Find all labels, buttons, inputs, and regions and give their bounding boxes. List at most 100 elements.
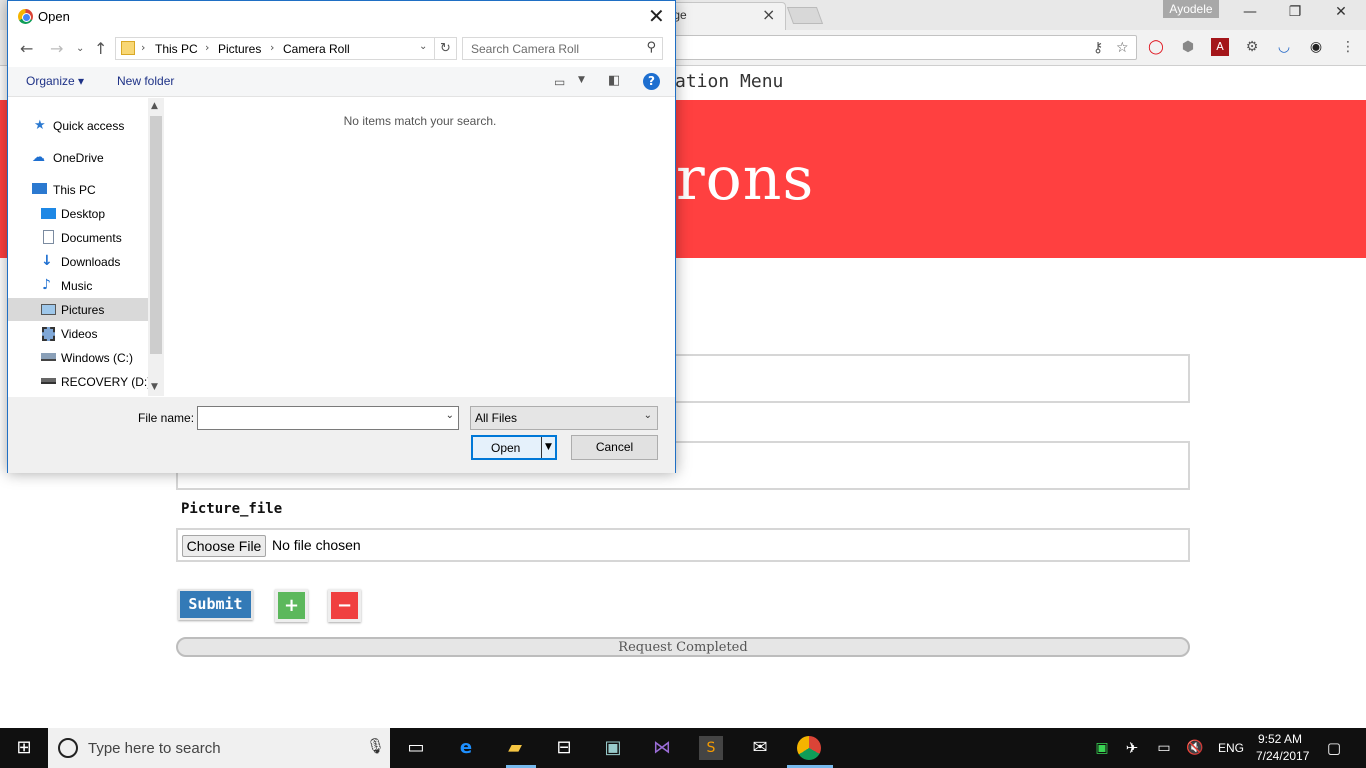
file-name-field[interactable]: ⌄ [197,406,459,430]
address-bar[interactable] [668,35,1137,60]
scroll-up-icon[interactable]: ▲ [151,101,158,111]
remove-button[interactable]: − [328,589,361,622]
file-list-pane[interactable]: No items match your search. [165,98,675,396]
nav-item-quick-access[interactable]: Quick access [53,119,124,133]
back-arrow-icon[interactable]: ← [20,39,33,58]
scroll-thumb[interactable] [150,116,162,354]
nav-item-documents[interactable]: Documents [61,231,122,245]
extension-cube-icon[interactable]: ⬢ [1179,38,1197,56]
file-type-select[interactable]: All Files ⌄ [470,406,658,430]
nav-item-music[interactable]: Music [61,279,92,293]
desktop-icon [41,208,56,219]
chevron-down-icon[interactable]: ⌄ [446,410,454,421]
minus-icon: − [331,592,358,619]
pdf-extension-icon[interactable]: A [1211,38,1229,56]
edge-icon[interactable]: e [454,736,478,760]
forward-arrow-icon[interactable]: → [50,39,63,58]
preview-pane-icon[interactable]: ◧ [608,73,620,88]
nav-item-onedrive[interactable]: OneDrive [53,151,104,165]
file-explorer-icon[interactable]: ▰ [503,736,527,760]
photos-app-icon[interactable]: ▣ [601,736,625,760]
nav-item-windows-c[interactable]: Windows (C:) [61,351,133,365]
scroll-down-icon[interactable]: ▼ [151,382,158,392]
nav-item-videos[interactable]: Videos [61,327,97,341]
language-indicator[interactable]: ENG [1218,741,1244,755]
view-dropdown-icon[interactable]: ▼ [578,75,585,85]
submit-button[interactable]: Submit [178,589,253,620]
organize-menu[interactable]: Organize ▾ [26,74,84,88]
tray-app-icon[interactable]: ▣ [1090,736,1114,760]
nav-menu-text[interactable]: ation Menu [675,71,783,92]
breadcrumb[interactable]: › This PC › Pictures › Camera Roll ⌄ [115,37,435,60]
battery-icon[interactable]: ▭ [1152,736,1176,760]
chevron-right-icon: › [205,41,210,54]
tab-close-icon[interactable]: × [762,5,775,24]
add-button[interactable]: + [275,589,308,622]
nav-scrollbar[interactable]: ▲ ▼ [148,98,164,396]
windows-start-icon[interactable]: ⊞ [12,736,36,760]
store-icon[interactable]: ⊟ [552,736,576,760]
refresh-icon[interactable]: ↻ [435,37,457,60]
open-button[interactable]: Open ▼ [471,435,557,460]
bookmark-star-icon[interactable]: ☆ [1116,40,1129,56]
breadcrumb-camera-roll[interactable]: Camera Roll [283,42,350,56]
restore-icon[interactable]: ❐ [1280,4,1310,20]
open-split-dropdown-icon[interactable]: ▼ [541,437,555,458]
cloud-icon: ☁ [32,150,45,165]
visual-studio-icon[interactable]: ⋈ [650,736,674,760]
action-center-icon[interactable]: ▢ [1322,736,1346,760]
progress-text: Request Completed [618,640,748,655]
airplane-icon[interactable]: ✈ [1120,736,1144,760]
nav-item-downloads[interactable]: Downloads [61,255,120,269]
signal-extension-icon[interactable]: ◡ [1275,38,1293,56]
breadcrumb-this-pc[interactable]: This PC [155,42,198,56]
up-arrow-icon[interactable]: ↑ [94,39,107,58]
breadcrumb-pictures[interactable]: Pictures [218,42,261,56]
chevron-down-icon[interactable]: ⌄ [644,410,652,421]
sublime-text-icon[interactable]: S [699,736,723,760]
microphone-icon[interactable]: 🎙 [366,737,385,755]
open-file-dialog: Open ✕ ← → ⌄ ↑ › This PC › Pictures › Ca… [7,0,676,473]
dialog-title: Open [38,9,70,24]
help-icon[interactable]: ? [643,73,660,90]
volume-muted-icon[interactable]: 🔇 [1183,736,1207,760]
window-close-icon[interactable]: ✕ [1326,4,1356,20]
taskbar-search[interactable]: Type here to search 🎙 [48,728,390,768]
hero-title: rons [676,144,815,214]
search-placeholder: Search Camera Roll [471,42,580,56]
profile-badge[interactable]: Ayodele [1163,0,1219,18]
spy-extension-icon[interactable]: ◉ [1307,38,1325,56]
dialog-footer: File name: ⌄ All Files ⌄ Open ▼ Cancel [8,397,675,473]
new-tab-button[interactable] [786,7,824,24]
dialog-toolbar: Organize ▾ New folder ▭ ▼ ◧ ? [8,67,675,97]
pictures-icon [41,304,56,315]
documents-icon [43,230,54,244]
mail-icon[interactable]: ✉ [748,736,772,760]
choose-file-button[interactable]: Choose File [182,535,266,557]
view-options-icon[interactable]: ▭ [554,75,565,89]
clock-time[interactable]: 9:52 AM [1258,732,1302,746]
chrome-menu-icon[interactable]: ⋮ [1339,38,1357,56]
taskbar-search-placeholder: Type here to search [88,740,221,757]
nav-item-desktop[interactable]: Desktop [61,207,105,221]
recent-locations-icon[interactable]: ⌄ [76,43,84,54]
dialog-close-icon[interactable]: ✕ [648,4,665,28]
search-input[interactable]: Search Camera Roll ⚲ [462,37,663,60]
progress-bar: Request Completed [176,637,1190,657]
minimize-icon[interactable]: — [1235,4,1265,20]
chrome-icon [18,9,33,24]
nav-item-this-pc[interactable]: This PC [53,183,96,197]
nav-item-recovery-d[interactable]: RECOVERY (D:) [61,375,151,389]
nav-item-pictures[interactable]: Pictures [61,303,104,317]
opera-icon[interactable]: ◯ [1147,38,1165,56]
cancel-button[interactable]: Cancel [571,435,658,460]
chrome-taskbar-icon[interactable] [797,736,821,760]
search-icon[interactable]: ⚲ [646,40,656,55]
chevron-right-icon: › [141,41,146,54]
clock-date[interactable]: 7/24/2017 [1256,749,1309,763]
chevron-down-icon[interactable]: ⌄ [419,41,427,52]
gear-extension-icon[interactable]: ⚙ [1243,38,1261,56]
key-icon[interactable]: ⚷ [1093,40,1103,56]
new-folder-button[interactable]: New folder [117,74,174,88]
task-view-icon[interactable]: ▭ [404,736,428,760]
